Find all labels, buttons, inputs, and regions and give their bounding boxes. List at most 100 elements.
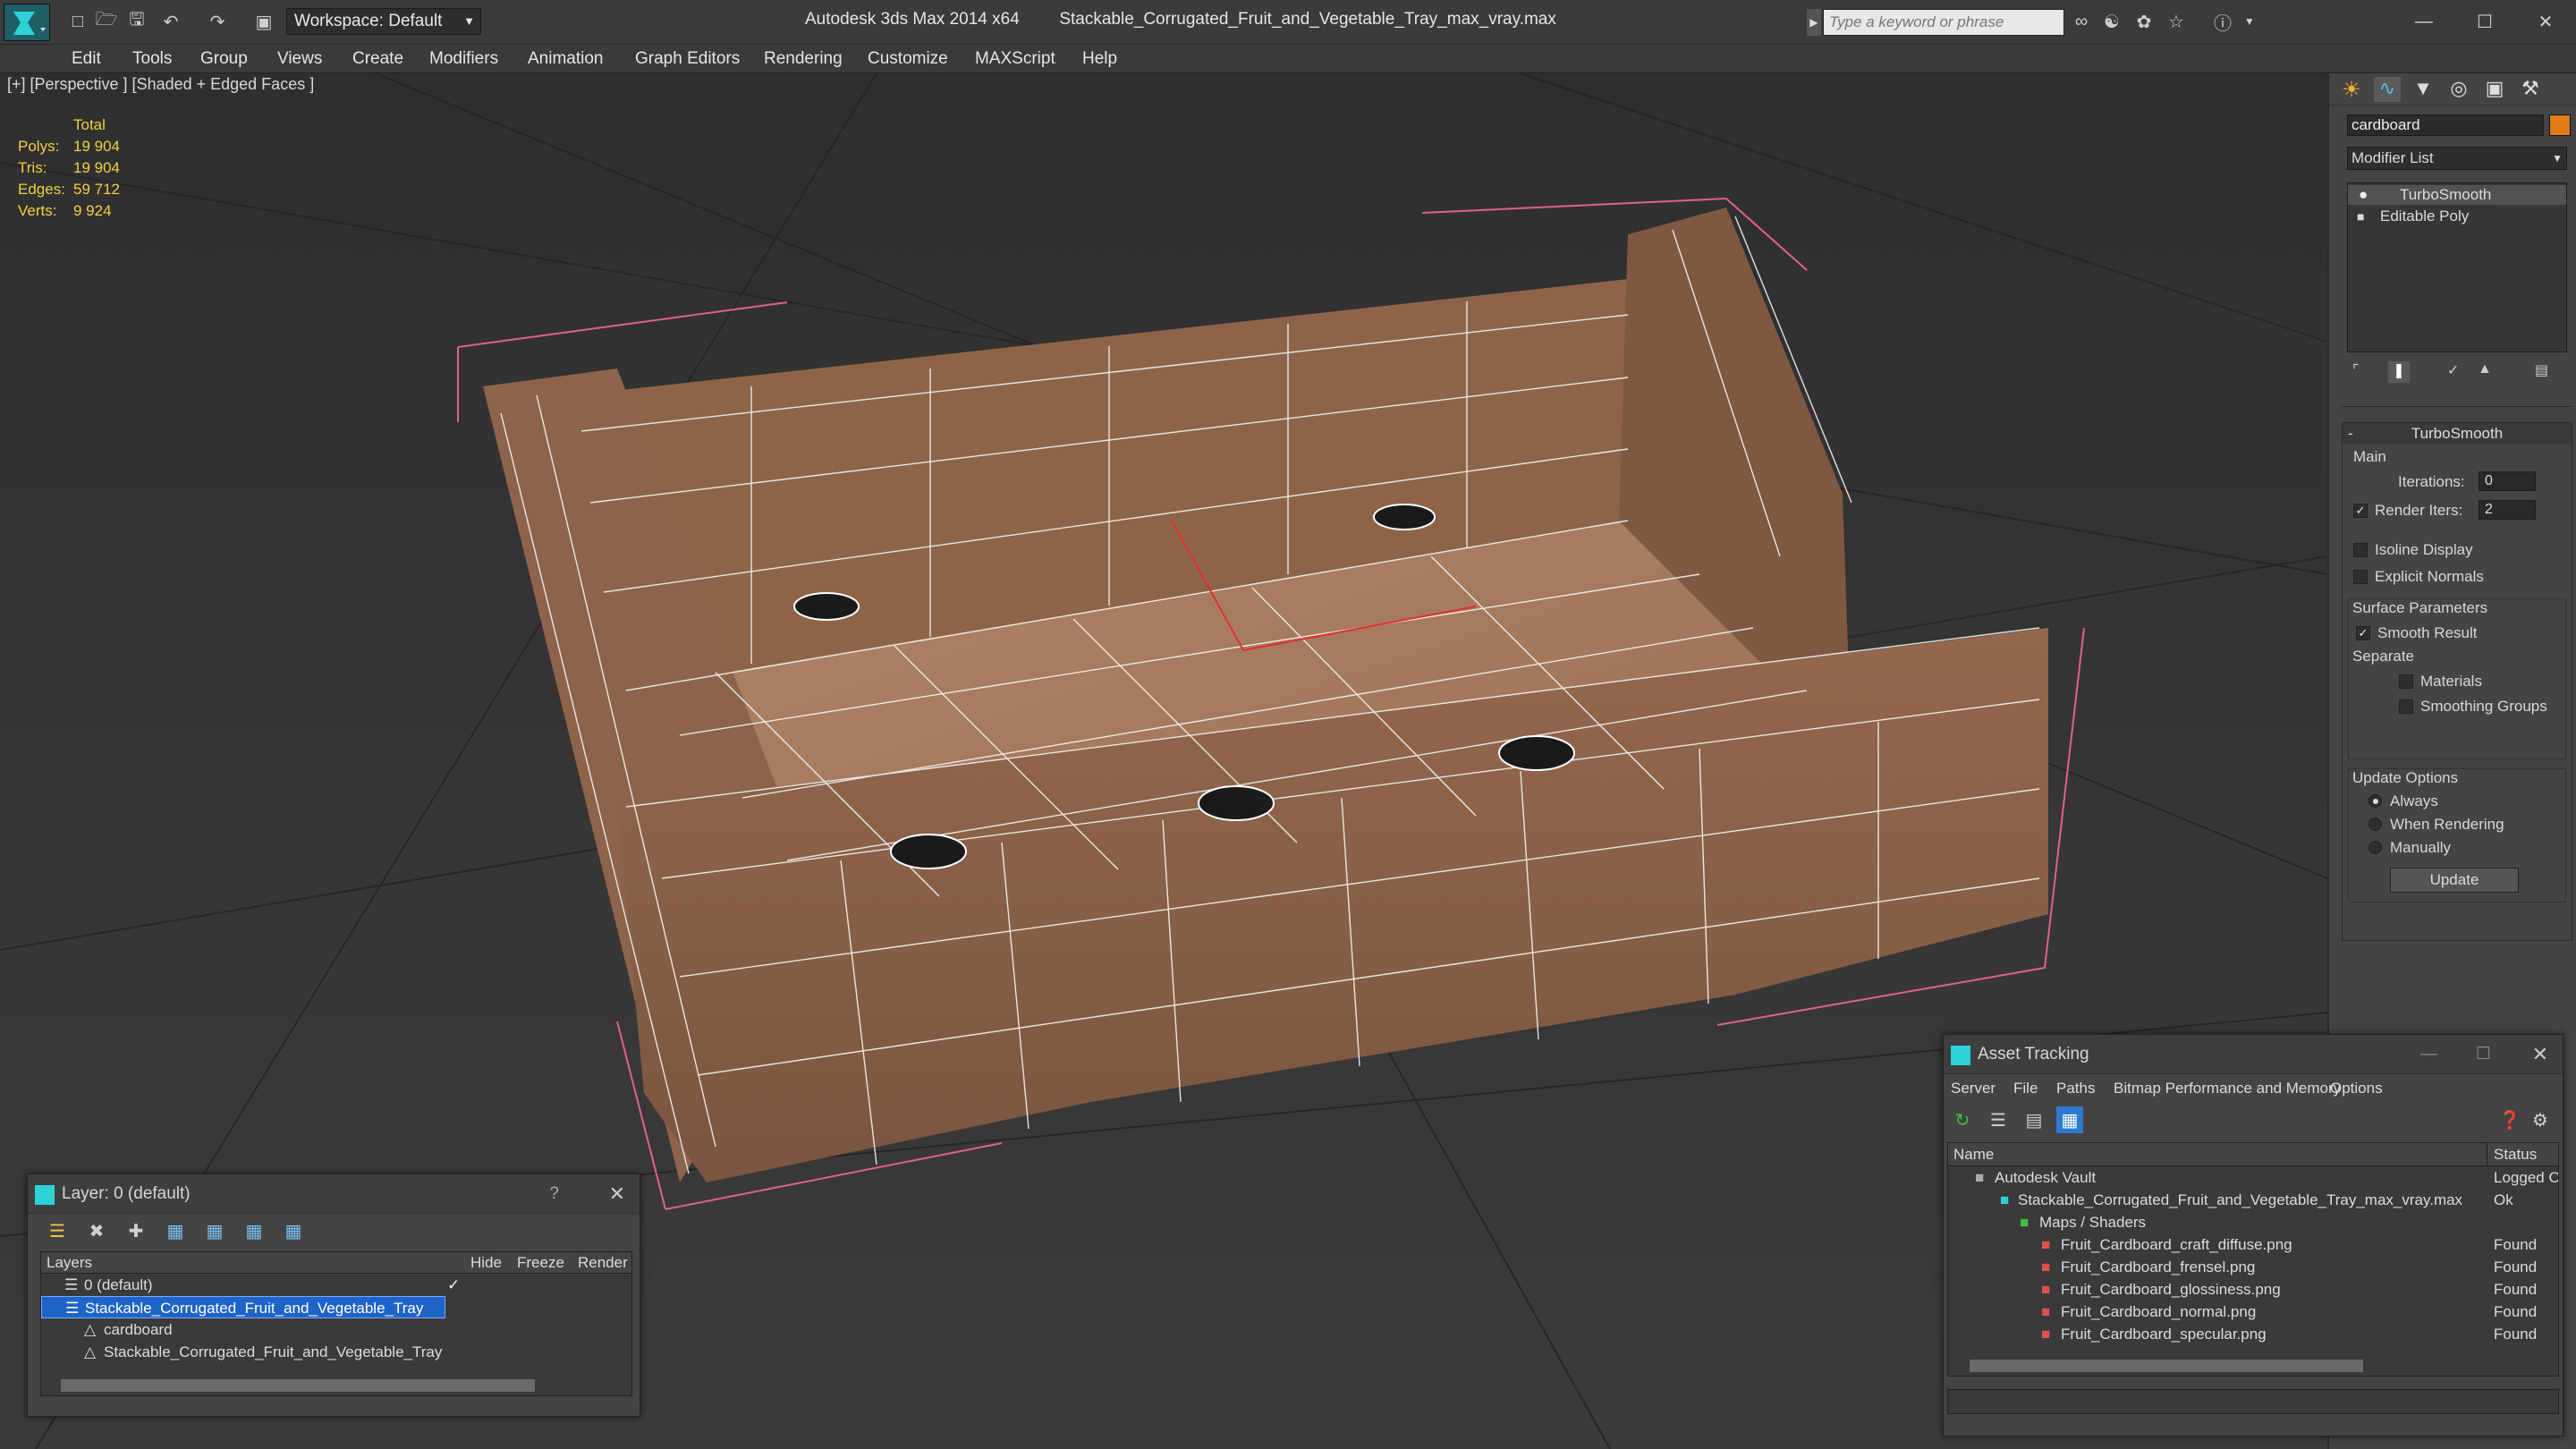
render-iters-spinner[interactable]: 2 [2479, 500, 2536, 520]
settings-icon[interactable]: ⚙ [2527, 1106, 2554, 1133]
modify-tab-icon[interactable]: ∿ [2374, 77, 2401, 102]
menu-create[interactable]: Create [343, 45, 412, 73]
menu-rendering[interactable]: Rendering [755, 45, 852, 73]
object-row[interactable]: △ cardboard [41, 1318, 631, 1341]
asset-row[interactable]: ■ Fruit_Cardboard_specular.png Found [1948, 1323, 2558, 1345]
layer-row[interactable]: ☰ 0 (default) ✓ [41, 1274, 631, 1296]
freeze-column-header[interactable]: Freeze [517, 1252, 564, 1274]
project-folder-icon[interactable]: ▣ [250, 8, 277, 35]
open-file-icon[interactable]: 🗁 [93, 8, 120, 35]
help-icon[interactable]: ⓘ [2209, 8, 2236, 35]
asset-row[interactable]: ■ Fruit_Cardboard_craft_diffuse.png Foun… [1948, 1233, 2558, 1256]
minimize-icon[interactable]: — [2420, 1035, 2437, 1074]
add-to-layer-icon[interactable]: ✚ [123, 1217, 149, 1244]
display-tab-icon[interactable]: ▣ [2481, 77, 2508, 102]
close-icon[interactable]: ✕ [2532, 1035, 2548, 1074]
workspace-select[interactable]: Workspace: Default ▼ [286, 8, 481, 35]
stack-item-editable-poly[interactable]: ■ Editable Poly [2348, 207, 2566, 226]
redo-icon[interactable]: ↷ [204, 8, 231, 35]
horizontal-scrollbar[interactable] [1948, 1356, 2558, 1376]
isoline-display-checkbox[interactable] [2353, 543, 2368, 557]
close-icon[interactable]: ✕ [2528, 8, 2563, 35]
rollout-header[interactable]: - TurboSmooth [2343, 423, 2572, 445]
asset-menu-options[interactable]: Options [2330, 1076, 2383, 1101]
subscription-icon[interactable]: ☯ [2098, 8, 2125, 35]
object-color-swatch[interactable] [2549, 114, 2571, 136]
new-layer-icon[interactable]: ☰ [44, 1217, 71, 1244]
create-tab-icon[interactable]: ☀ [2338, 77, 2365, 102]
asset-menu-paths[interactable]: Paths [2056, 1076, 2095, 1101]
highlight-layer-icon[interactable]: ▦ [201, 1217, 228, 1244]
save-file-icon[interactable]: 🖫 [123, 8, 150, 35]
close-icon[interactable]: ✕ [609, 1174, 625, 1214]
maximize-icon[interactable]: ☐ [2467, 8, 2503, 35]
table-view-icon[interactable]: ▦ [2056, 1106, 2083, 1133]
horizontal-scrollbar[interactable] [41, 1376, 631, 1395]
undo-icon[interactable]: ↶ [157, 8, 184, 35]
render-iters-checkbox[interactable]: ✓ [2353, 504, 2368, 518]
layer-window-titlebar[interactable]: Layer: 0 (default) ? ✕ [28, 1174, 640, 1214]
menu-group[interactable]: Group [191, 45, 257, 73]
stack-item-turbosmooth[interactable]: ● TurboSmooth [2348, 185, 2566, 205]
delete-layer-icon[interactable]: ✖ [83, 1217, 110, 1244]
help-icon[interactable]: ❓ [2496, 1106, 2523, 1133]
select-objects-icon[interactable]: ▦ [162, 1217, 189, 1244]
asset-row[interactable]: ■ Fruit_Cardboard_normal.png Found [1948, 1301, 2558, 1323]
smooth-result-checkbox[interactable]: ✓ [2356, 626, 2370, 640]
menu-animation[interactable]: Animation [519, 45, 613, 73]
maximize-icon[interactable]: ☐ [2476, 1035, 2491, 1074]
viewport-label[interactable]: [+] [Perspective ] [Shaded + Edged Faces… [7, 75, 314, 94]
asset-menu-file[interactable]: File [2013, 1076, 2038, 1101]
asset-row[interactable]: ■ Fruit_Cardboard_frensel.png Found [1948, 1256, 2558, 1278]
menu-help[interactable]: Help [1073, 45, 1126, 73]
menu-tools[interactable]: Tools [123, 45, 181, 73]
menu-edit[interactable]: Edit [63, 45, 110, 73]
search-expand-icon[interactable]: ▶ [1807, 9, 1821, 36]
smoothing-groups-checkbox[interactable] [2399, 699, 2413, 714]
freeze-all-icon[interactable]: ▦ [280, 1217, 307, 1244]
iterations-spinner[interactable]: 0 [2479, 471, 2536, 491]
new-file-icon[interactable]: □ [64, 8, 91, 35]
asset-menu-server[interactable]: Server [1951, 1076, 1996, 1101]
asset-row[interactable]: ■ Stackable_Corrugated_Fruit_and_Vegetab… [1948, 1189, 2558, 1211]
asset-row[interactable]: ■ Autodesk Vault Logged O [1948, 1166, 2558, 1189]
configure-sets-icon[interactable]: ▤ [2535, 361, 2560, 383]
name-column-header[interactable]: Name [1953, 1143, 1994, 1166]
menu-views[interactable]: Views [268, 45, 331, 73]
asset-row[interactable]: ■ Fruit_Cardboard_glossiness.png Found [1948, 1278, 2558, 1301]
favorites-star-icon[interactable]: ☆ [2163, 8, 2190, 35]
modifier-list-dropdown[interactable]: Modifier List ▼ [2347, 147, 2567, 170]
motion-tab-icon[interactable]: ◎ [2445, 77, 2472, 102]
always-radio[interactable] [2368, 794, 2382, 808]
menu-graph-editors[interactable]: Graph Editors [626, 45, 749, 73]
layers-column-header[interactable]: Layers [47, 1252, 92, 1274]
menu-modifiers[interactable]: Modifiers [420, 45, 507, 73]
manually-radio[interactable] [2368, 841, 2382, 854]
expand-plus-icon[interactable]: ■ [2357, 207, 2364, 226]
app-logo-icon[interactable] [4, 4, 50, 41]
binoculars-icon[interactable]: ∞ [2068, 8, 2095, 35]
communication-icon[interactable]: ✿ [2131, 8, 2157, 35]
layer-row[interactable]: ☰ Stackable_Corrugated_Fruit_and_Vegetab… [41, 1296, 445, 1318]
refresh-icon[interactable]: ↻ [1949, 1106, 1976, 1133]
asset-window-titlebar[interactable]: Asset Tracking — ☐ ✕ [1944, 1035, 2563, 1074]
menu-maxscript[interactable]: MAXScript [966, 45, 1064, 73]
thumbnail-view-icon[interactable]: ▤ [2021, 1106, 2047, 1133]
make-unique-icon[interactable]: ✓ [2447, 361, 2469, 383]
current-layer-check-icon[interactable]: ✓ [447, 1274, 460, 1296]
search-input[interactable] [1823, 9, 2064, 36]
object-row[interactable]: △ Stackable_Corrugated_Fruit_and_Vegetab… [41, 1341, 631, 1363]
menu-customize[interactable]: Customize [859, 45, 957, 73]
explicit-normals-checkbox[interactable] [2353, 570, 2368, 584]
help-icon[interactable]: ? [549, 1174, 559, 1214]
asset-menu-bitmap-performance[interactable]: Bitmap Performance and Memory [2114, 1076, 2341, 1101]
render-column-header[interactable]: Render [578, 1252, 628, 1274]
utilities-tab-icon[interactable]: ⚒ [2517, 77, 2544, 102]
object-name-field[interactable] [2347, 114, 2544, 136]
asset-row[interactable]: ■ Maps / Shaders [1948, 1211, 2558, 1233]
pin-stack-icon[interactable]: ⌜ [2352, 361, 2374, 383]
hide-all-icon[interactable]: ▦ [241, 1217, 267, 1244]
list-view-icon[interactable]: ☰ [1985, 1106, 2012, 1133]
help-dropdown-icon[interactable]: ▼ [2236, 8, 2263, 35]
update-button[interactable]: Update [2390, 868, 2519, 893]
